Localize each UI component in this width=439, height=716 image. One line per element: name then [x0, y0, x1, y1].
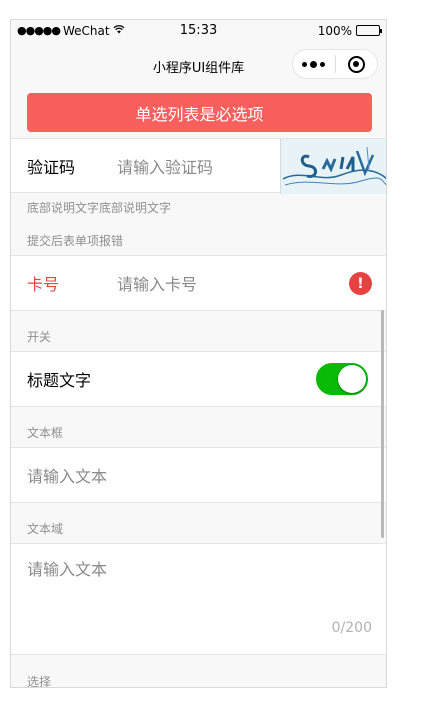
target-ring: [347, 55, 365, 73]
captcha-image[interactable]: [280, 139, 386, 194]
char-counter: 0/200: [331, 620, 372, 636]
toggle-switch[interactable]: [316, 363, 368, 395]
battery-percent: 100%: [317, 23, 352, 38]
footer-note: 底部说明文字底部说明文字: [27, 200, 172, 215]
textarea-section-title: 文本域: [27, 522, 64, 536]
more-dot: [310, 60, 318, 68]
switch-cell: 标题文字: [11, 351, 386, 407]
card-number-cell: 卡号 请输入卡号 !: [11, 255, 386, 311]
status-bar: ●●●●● WeChat 15:33 100%: [11, 20, 386, 41]
scrollbar[interactable]: [381, 310, 384, 538]
switch-knob: [338, 365, 366, 393]
top-error-tip: 单选列表是必选项: [27, 93, 372, 132]
more-dot: [302, 61, 308, 67]
text-input-cell: 请输入文本: [11, 447, 386, 503]
form-content[interactable]: 单选列表是必选项 验证码 请输入验证码 底部说明文字底部说明文字 提交后表单项报…: [11, 91, 386, 688]
more-dots-icon[interactable]: [293, 50, 335, 78]
page-title: 小程序UI组件库: [152, 60, 245, 76]
target-dot: [353, 61, 360, 67]
capsule-menu: [292, 49, 378, 79]
input-section-title: 文本框: [27, 426, 64, 440]
select-section-title: 选择: [27, 675, 52, 688]
navigation-bar: 小程序UI组件库: [11, 41, 386, 91]
captcha-cell: 验证码 请输入验证码: [11, 138, 386, 194]
card-label: 卡号: [27, 275, 60, 294]
signal-icon: ●●●●●: [17, 24, 61, 37]
error-section-title: 提交后表单项报错: [27, 234, 124, 248]
battery-indicator: 100%: [317, 23, 382, 38]
captcha-label: 验证码: [27, 157, 76, 177]
switch-section-title: 开关: [27, 330, 52, 344]
phone-frame: ●●●●● WeChat 15:33 100% 小程序UI组件库 单选列表是必选…: [10, 19, 387, 688]
card-input[interactable]: 请输入卡号: [117, 271, 386, 295]
carrier-name: WeChat: [63, 23, 110, 38]
battery-icon: [356, 25, 382, 36]
text-input[interactable]: 请输入文本: [27, 463, 386, 487]
textarea-input[interactable]: 请输入文本: [27, 556, 372, 580]
wifi-icon: [113, 24, 125, 37]
switch-label: 标题文字: [27, 371, 92, 390]
target-close-icon[interactable]: [336, 50, 378, 78]
more-dot: [320, 61, 326, 67]
textarea-cell[interactable]: 请输入文本 0/200: [11, 543, 386, 655]
warn-icon: !: [349, 272, 372, 295]
